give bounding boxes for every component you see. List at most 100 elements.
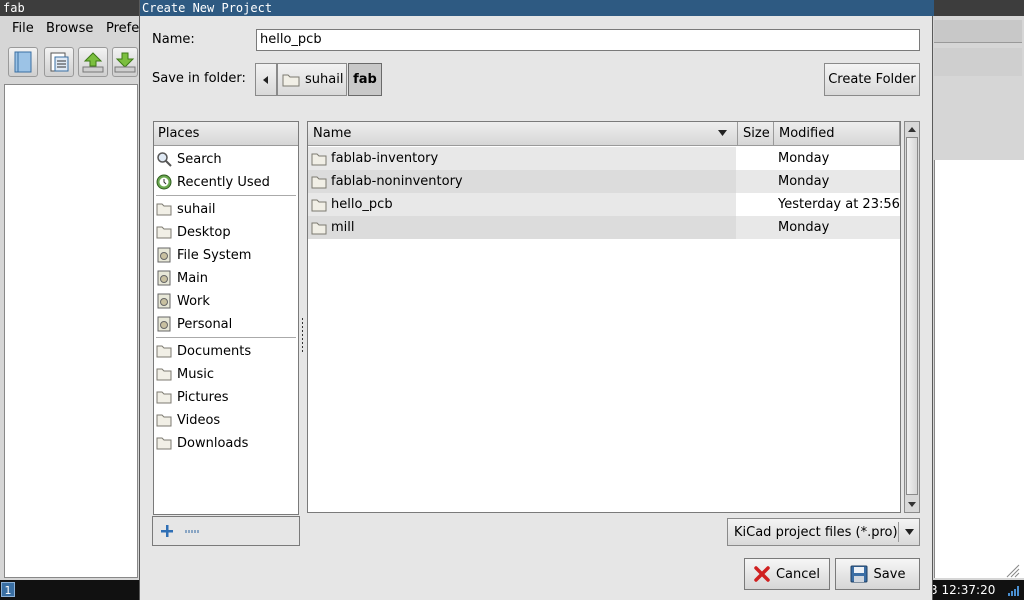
path-button-suhail[interactable]: suhail [277, 63, 347, 96]
place-label: Documents [177, 343, 252, 359]
places-header[interactable]: Places [154, 122, 298, 146]
menu-preferences[interactable]: Prefe [106, 21, 139, 36]
file-name: mill [331, 220, 355, 235]
scroll-down-button[interactable] [905, 497, 919, 511]
create-project-dialog: Create New Project Name: hello_pcb Save … [139, 0, 934, 600]
file-row[interactable]: fablab-noninventory Monday [308, 170, 900, 193]
column-size-header[interactable]: Size [738, 122, 774, 146]
place-downloads[interactable]: Downloads [156, 432, 296, 454]
name-input[interactable]: hello_pcb [256, 29, 920, 51]
scroll-thumb[interactable] [906, 137, 918, 495]
place-recently-used[interactable]: Recently Used [156, 171, 296, 193]
plus-icon [161, 525, 173, 537]
path-label: suhail [305, 72, 344, 87]
file-row[interactable]: fablab-inventory Monday [308, 147, 900, 170]
folder-icon [311, 221, 327, 235]
place-label: suhail [177, 201, 216, 217]
place-videos[interactable]: Videos [156, 409, 296, 431]
place-label: Videos [177, 412, 221, 428]
place-label: Recently Used [177, 174, 270, 190]
new-document-icon[interactable] [8, 47, 38, 77]
place-label: Main [177, 270, 209, 286]
file-list-scrollbar[interactable] [904, 121, 920, 513]
background-right-header [934, 20, 1022, 43]
path-label: fab [353, 72, 377, 87]
places-separator [156, 337, 296, 338]
background-title: fab [3, 1, 25, 15]
place-suhail[interactable]: suhail [156, 198, 296, 220]
place-label: Desktop [177, 224, 231, 240]
create-folder-button[interactable]: Create Folder [824, 63, 920, 96]
dialog-titlebar: Create New Project [140, 0, 934, 16]
column-name-header[interactable]: Name [308, 122, 738, 146]
place-work[interactable]: Work [156, 290, 296, 312]
folder-icon [282, 74, 300, 86]
place-pictures[interactable]: Pictures [156, 386, 296, 408]
column-label: Modified [779, 126, 835, 141]
background-right-field [934, 48, 1022, 76]
place-label: File System [177, 247, 252, 263]
place-desktop[interactable]: Desktop [156, 221, 296, 243]
open-list-icon[interactable] [44, 47, 74, 77]
file-modified: Monday [778, 220, 830, 235]
arrow-down-icon [908, 501, 916, 507]
chevron-left-icon [263, 75, 268, 84]
folder-icon [311, 198, 327, 212]
file-row[interactable]: hello_pcb Yesterday at 23:56 [308, 193, 900, 216]
place-music[interactable]: Music [156, 363, 296, 385]
arrow-up-icon [908, 126, 916, 132]
folder-icon [156, 366, 172, 382]
place-file-system[interactable]: File System [156, 244, 296, 266]
place-personal[interactable]: Personal [156, 313, 296, 335]
folder-icon [156, 435, 172, 451]
column-label: Name [313, 126, 352, 141]
drive-icon [156, 270, 172, 286]
drive-icon [156, 316, 172, 332]
place-label: Music [177, 366, 214, 382]
path-button-fab[interactable]: fab [348, 63, 382, 96]
sort-descending-icon [718, 130, 727, 136]
background-right-area [934, 84, 1024, 158]
remove-place-button[interactable] [185, 530, 199, 533]
folder-icon [156, 224, 172, 240]
scroll-up-button[interactable] [905, 122, 919, 136]
folder-icon [311, 152, 327, 166]
cancel-label: Cancel [775, 566, 821, 582]
folder-icon [156, 343, 172, 359]
column-modified-header[interactable]: Modified [774, 122, 900, 146]
place-label: Work [177, 293, 210, 309]
save-button[interactable]: Save [835, 558, 920, 590]
cancel-button[interactable]: Cancel [744, 558, 830, 590]
background-left-panel [4, 84, 138, 578]
places-panel: Places Search Recently Used suhail Deskt… [153, 121, 299, 515]
filter-value: KiCad project files (*.pro) [734, 524, 898, 540]
signal-icon [1008, 586, 1019, 596]
file-modified: Monday [778, 174, 830, 189]
menu-file[interactable]: File [12, 21, 34, 36]
folder-icon [156, 389, 172, 405]
place-search[interactable]: Search [156, 148, 296, 170]
places-separator [156, 195, 296, 196]
workspace-button[interactable]: 1 [1, 582, 15, 597]
place-label: Downloads [177, 435, 249, 451]
menu-browse[interactable]: Browse [46, 21, 93, 36]
add-place-button[interactable] [159, 523, 175, 539]
path-back-button[interactable] [255, 63, 277, 96]
place-documents[interactable]: Documents [156, 340, 296, 362]
file-name: fablab-inventory [331, 151, 439, 166]
file-row[interactable]: mill Monday [308, 216, 900, 239]
upload-icon[interactable] [78, 47, 108, 77]
folder-icon [311, 175, 327, 189]
chevron-down-icon [898, 522, 919, 542]
resize-grip-icon[interactable] [1004, 562, 1020, 578]
places-edit-bar [152, 516, 300, 546]
background-right-panel [934, 160, 1024, 578]
folder-icon [156, 412, 172, 428]
search-icon [156, 151, 172, 167]
place-label: Search [177, 151, 222, 167]
place-main[interactable]: Main [156, 267, 296, 289]
file-type-filter[interactable]: KiCad project files (*.pro) [727, 518, 920, 546]
pane-resize-handle[interactable] [301, 318, 304, 352]
download-icon[interactable] [112, 47, 138, 77]
file-modified: Yesterday at 23:56 [778, 197, 900, 212]
